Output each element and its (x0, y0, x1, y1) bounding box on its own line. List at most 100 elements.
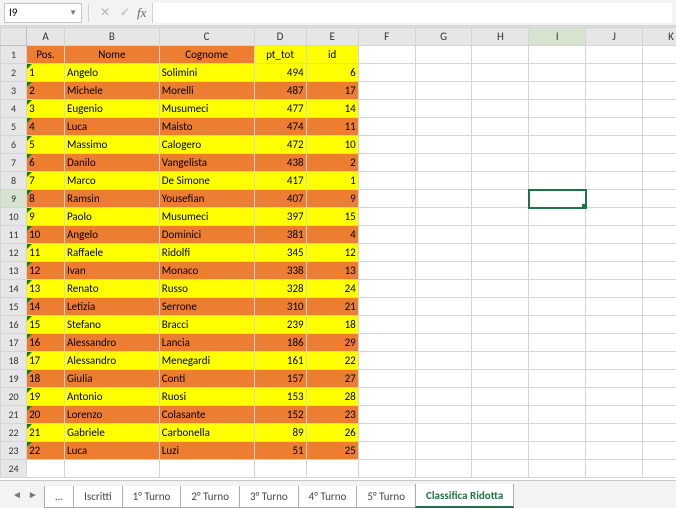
cell[interactable] (586, 298, 643, 316)
cell[interactable]: 14 (27, 298, 65, 316)
cell[interactable] (643, 406, 676, 424)
cell[interactable]: Vangelista (159, 154, 254, 172)
cell[interactable]: 10 (27, 226, 65, 244)
cell[interactable] (415, 82, 472, 100)
cell[interactable]: Raffaele (64, 244, 159, 262)
cell[interactable] (472, 208, 529, 226)
cell[interactable] (415, 460, 472, 478)
row-header[interactable]: 11 (1, 226, 27, 244)
cell[interactable]: 22 (27, 442, 65, 460)
cell[interactable]: 15 (27, 316, 65, 334)
cell[interactable] (358, 460, 415, 478)
cell[interactable] (472, 136, 529, 154)
cell[interactable]: 13 (306, 262, 358, 280)
cell[interactable]: Luzi (159, 442, 254, 460)
cell[interactable] (529, 442, 586, 460)
cell[interactable]: 18 (27, 370, 65, 388)
row-header[interactable]: 16 (1, 316, 27, 334)
col-header-F[interactable]: F (358, 28, 415, 46)
cell[interactable]: 157 (254, 370, 306, 388)
cell[interactable]: Calogero (159, 136, 254, 154)
cell[interactable]: 13 (27, 280, 65, 298)
cell[interactable] (472, 334, 529, 352)
cell[interactable]: 11 (27, 244, 65, 262)
cell[interactable] (472, 460, 529, 478)
cell[interactable] (529, 118, 586, 136)
cell[interactable]: 1 (306, 172, 358, 190)
cell[interactable] (643, 46, 676, 64)
cell[interactable] (586, 136, 643, 154)
row-header[interactable]: 15 (1, 298, 27, 316)
cell[interactable]: 487 (254, 82, 306, 100)
cell[interactable]: 9 (27, 208, 65, 226)
cell[interactable] (415, 244, 472, 262)
row-header[interactable]: 7 (1, 154, 27, 172)
cell[interactable]: Musumeci (159, 208, 254, 226)
cell[interactable] (472, 64, 529, 82)
cell[interactable] (358, 100, 415, 118)
cell[interactable] (586, 262, 643, 280)
cell[interactable]: Luca (64, 442, 159, 460)
cell[interactable]: Ramsin (64, 190, 159, 208)
cell[interactable]: 494 (254, 64, 306, 82)
cell[interactable] (643, 352, 676, 370)
cell[interactable]: Michele (64, 82, 159, 100)
cell[interactable]: 397 (254, 208, 306, 226)
row-header[interactable]: 14 (1, 280, 27, 298)
cell[interactable]: 29 (306, 334, 358, 352)
cell[interactable]: 6 (306, 64, 358, 82)
cell[interactable] (529, 370, 586, 388)
cell[interactable] (643, 226, 676, 244)
cell[interactable] (415, 388, 472, 406)
cell[interactable] (358, 46, 415, 64)
cell[interactable] (254, 460, 306, 478)
cell[interactable]: Monaco (159, 262, 254, 280)
cell[interactable]: Alessandro (64, 352, 159, 370)
cell[interactable]: 12 (306, 244, 358, 262)
cell[interactable] (358, 262, 415, 280)
cell[interactable]: Giulia (64, 370, 159, 388)
row-header[interactable]: 23 (1, 442, 27, 460)
cell[interactable] (586, 352, 643, 370)
cell[interactable]: 15 (306, 208, 358, 226)
cell[interactable]: 152 (254, 406, 306, 424)
cell[interactable] (586, 244, 643, 262)
cell[interactable] (529, 280, 586, 298)
cell[interactable]: 438 (254, 154, 306, 172)
cell[interactable]: 2 (27, 82, 65, 100)
cell[interactable]: 239 (254, 316, 306, 334)
cell[interactable] (415, 424, 472, 442)
cell[interactable] (358, 172, 415, 190)
cell[interactable]: 4 (306, 226, 358, 244)
cell[interactable]: Danilo (64, 154, 159, 172)
cell[interactable] (643, 388, 676, 406)
cell[interactable]: 1 (27, 64, 65, 82)
cell[interactable]: 9 (306, 190, 358, 208)
cell[interactable] (358, 442, 415, 460)
cell[interactable] (529, 298, 586, 316)
cell[interactable]: Massimo (64, 136, 159, 154)
cell[interactable]: 2 (306, 154, 358, 172)
cell[interactable] (643, 208, 676, 226)
cell[interactable]: pt_tot (254, 46, 306, 64)
cell[interactable] (529, 352, 586, 370)
cell[interactable] (415, 442, 472, 460)
cell[interactable]: Stefano (64, 316, 159, 334)
cell[interactable]: Solimini (159, 64, 254, 82)
select-all-corner[interactable] (1, 28, 27, 46)
cell[interactable]: 28 (306, 388, 358, 406)
cell[interactable] (643, 280, 676, 298)
cell[interactable] (529, 190, 586, 208)
cell[interactable]: 89 (254, 424, 306, 442)
col-header-E[interactable]: E (306, 28, 358, 46)
cell[interactable]: Pos. (27, 46, 65, 64)
col-header-I[interactable]: I (529, 28, 586, 46)
cell[interactable] (358, 82, 415, 100)
cell[interactable] (472, 442, 529, 460)
tab-nav-prev-icon[interactable]: ◄ (12, 488, 22, 501)
cell[interactable] (472, 244, 529, 262)
spreadsheet-grid[interactable]: ABCDEFGHIJK1Pos.NomeCognomept_totid21Ang… (0, 27, 676, 479)
fx-icon[interactable]: fx (137, 5, 146, 21)
cell[interactable]: Dominici (159, 226, 254, 244)
cell[interactable] (415, 316, 472, 334)
